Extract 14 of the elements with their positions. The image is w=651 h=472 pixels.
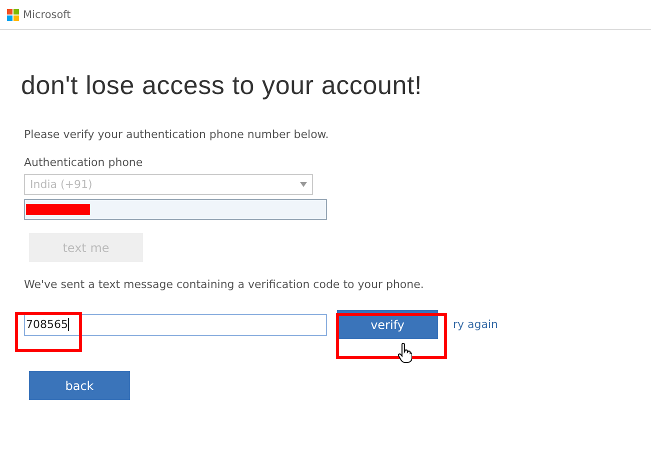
sent-message-text: We've sent a text message containing a verification code to your phone. — [24, 278, 425, 291]
phone-input[interactable] — [24, 199, 327, 220]
page-title: don't lose access to your account! — [21, 70, 424, 101]
highlight-box — [15, 312, 82, 352]
redaction-bar — [26, 204, 90, 215]
back-button[interactable]: back — [29, 371, 130, 400]
field-label: Authentication phone — [24, 156, 144, 169]
instruction-text: Please verify your authentication phone number below. — [24, 128, 330, 141]
brand-name: Microsoft — [23, 8, 71, 20]
hand-cursor-icon — [398, 343, 412, 363]
dropdown-arrow-icon — [300, 182, 307, 187]
code-input[interactable]: 708565 — [24, 314, 327, 336]
try-again-link[interactable]: ry again — [453, 318, 498, 331]
logo-icon — [7, 8, 19, 20]
